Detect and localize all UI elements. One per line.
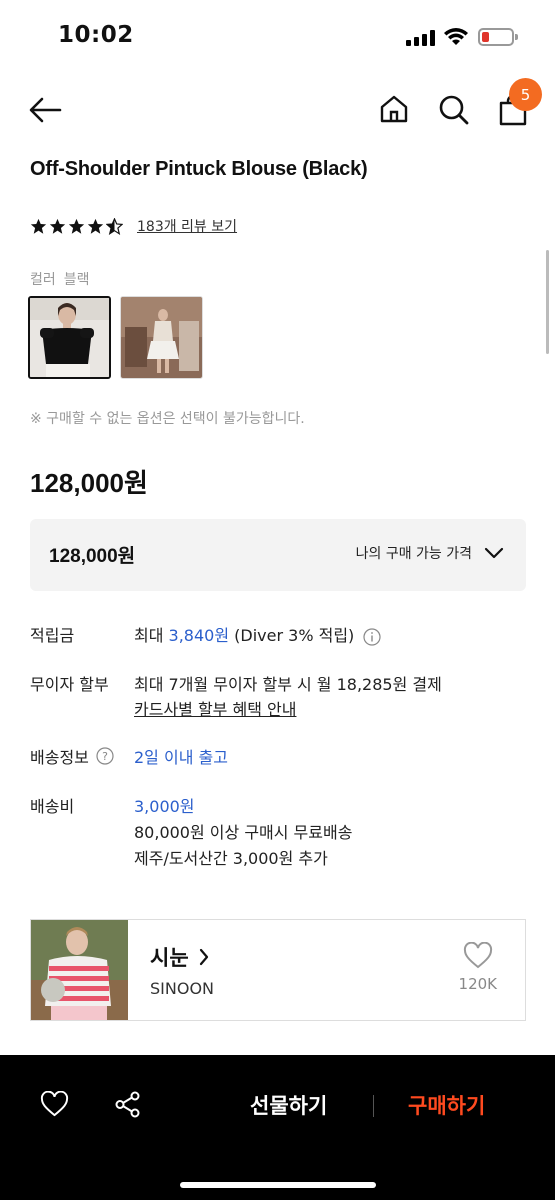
points-value: 최대 3,840원 (Diver 3% 적립)	[134, 622, 381, 646]
shipping-info-value: 2일 이내 출고	[134, 748, 228, 767]
gift-button[interactable]: 선물하기	[250, 1090, 327, 1120]
installment-text: 최대 7개월 무이자 할부 시 월 18,285원 결제	[134, 675, 442, 694]
option-notice: ※ 구매할 수 없는 옵션은 선택이 불가능합니다.	[30, 411, 305, 427]
wishlist-heart-icon[interactable]	[40, 1091, 69, 1117]
star-icon	[68, 218, 85, 234]
chevron-down-icon	[484, 547, 504, 559]
star-icon	[30, 218, 47, 234]
divider	[373, 1095, 374, 1117]
points-prefix: 최대	[134, 626, 169, 645]
shipping-info-label: 배송정보	[30, 748, 89, 767]
my-price-value: 128,000원	[49, 546, 136, 567]
product-price: 128,000원	[30, 468, 148, 498]
home-indicator	[180, 1182, 376, 1188]
product-thumbnail-black	[30, 298, 109, 377]
home-icon[interactable]	[379, 94, 409, 124]
buy-button[interactable]: 구매하기	[408, 1090, 485, 1120]
bottom-action-bar: 선물하기 구매하기	[0, 1055, 555, 1200]
shipping-fee-free-threshold: 80,000원 이상 구매시 무료배송	[134, 823, 353, 842]
status-time: 10:02	[58, 22, 134, 48]
brand-name: 시눈	[150, 946, 189, 970]
chevron-right-icon	[199, 948, 208, 966]
review-link[interactable]: 183개 리뷰 보기	[137, 216, 237, 236]
top-nav	[0, 80, 555, 140]
scrollbar[interactable]	[546, 250, 549, 354]
battery-icon	[478, 28, 518, 46]
color-label: 컬러	[30, 272, 56, 288]
product-title: Off-Shoulder Pintuck Blouse (Black)	[30, 158, 368, 180]
points-label: 적립금	[30, 626, 75, 645]
half-star-icon	[106, 217, 123, 235]
back-arrow-icon[interactable]	[28, 96, 62, 124]
shipping-fee-island: 제주/도서산간 3,000원 추가	[134, 849, 328, 868]
rating-stars	[30, 217, 123, 235]
points-amount: 3,840원	[168, 626, 230, 645]
color-swatch-black[interactable]	[28, 296, 111, 379]
battery-level	[482, 32, 489, 42]
points-suffix: (Diver 3% 적립)	[229, 626, 355, 645]
star-icon	[49, 218, 66, 234]
brand-name-link[interactable]: 시눈	[150, 942, 209, 972]
product-thumbnail-white	[121, 297, 202, 378]
wifi-icon	[444, 28, 468, 45]
shipping-fee-value: 3,000원	[134, 797, 195, 816]
installment-label: 무이자 할부	[30, 675, 109, 694]
heart-icon	[463, 941, 492, 969]
my-price-box[interactable]: 128,000원 나의 구매 가능 가격	[30, 519, 526, 591]
rating-row: 183개 리뷰 보기	[30, 216, 237, 236]
color-value: 블랙	[63, 272, 90, 288]
svg-text:?: ?	[102, 750, 108, 763]
brand-english-name: SINOON	[150, 979, 214, 998]
info-icon[interactable]	[363, 627, 381, 646]
shipping-info-row-label: 배송정보 ?	[30, 744, 114, 768]
star-icon	[87, 218, 104, 234]
brand-image	[31, 920, 128, 1020]
status-bar: 10:02	[0, 0, 555, 70]
shipping-fee-label: 배송비	[30, 797, 75, 816]
color-option-label: 컬러 블랙	[30, 269, 98, 289]
color-swatch-white[interactable]	[120, 296, 203, 379]
my-price-toggle-label: 나의 구매 가능 가격	[355, 546, 472, 562]
cellular-signal-icon	[406, 30, 436, 46]
help-icon[interactable]: ?	[96, 747, 114, 765]
search-icon[interactable]	[438, 94, 470, 126]
brand-like-count: 120K	[458, 975, 497, 993]
brand-like-button[interactable]: 120K	[458, 941, 497, 993]
my-price-toggle[interactable]: 나의 구매 가능 가격	[356, 543, 504, 563]
installment-link[interactable]: 카드사별 할부 혜택 안내	[134, 696, 296, 720]
share-icon[interactable]	[114, 1091, 141, 1118]
cart-count-badge: 5	[509, 78, 542, 111]
brand-card[interactable]: 시눈 SINOON 120K	[30, 919, 526, 1021]
